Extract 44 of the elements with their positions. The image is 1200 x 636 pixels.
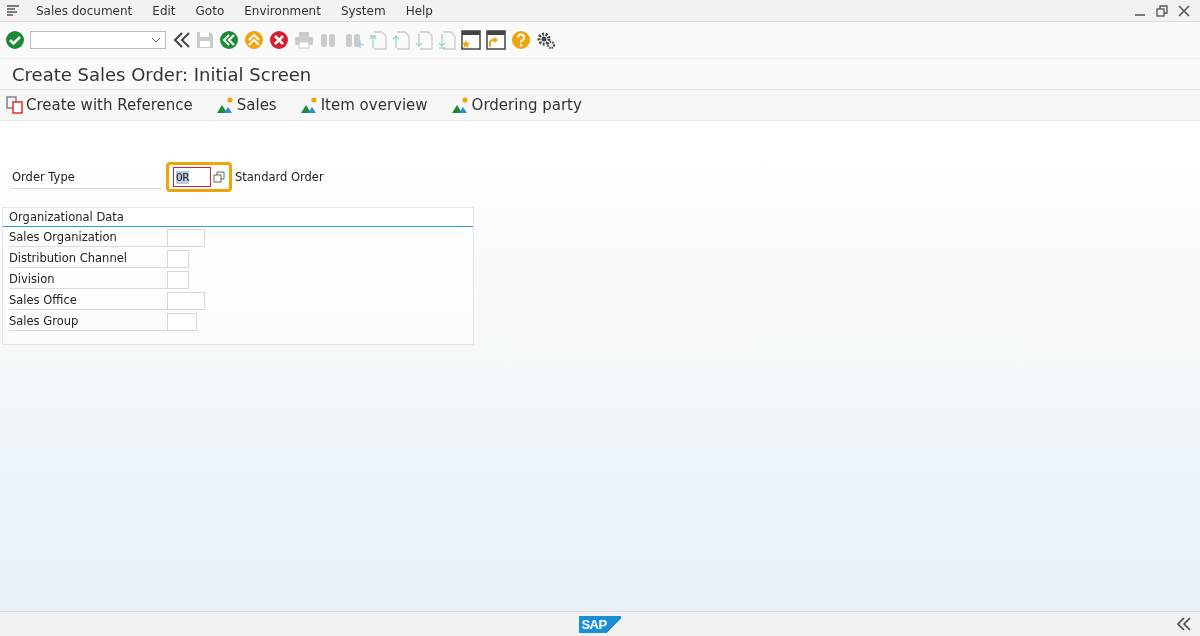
close-icon[interactable] bbox=[1178, 4, 1190, 17]
sap-logo: SAP bbox=[579, 615, 621, 633]
input-field[interactable] bbox=[167, 291, 205, 310]
double-up-icon[interactable] bbox=[244, 30, 264, 50]
view-button[interactable]: Item overview bbox=[300, 96, 428, 114]
order-type-description: Standard Order bbox=[235, 170, 324, 184]
field-label: Sales Group bbox=[9, 312, 167, 331]
create-with-reference-button[interactable]: Create with Reference bbox=[6, 96, 193, 114]
caret-icon bbox=[151, 37, 161, 43]
menu-item[interactable]: Sales document bbox=[26, 3, 143, 18]
input-field[interactable] bbox=[167, 249, 189, 268]
field-label: Sales Office bbox=[9, 291, 167, 310]
field-label: Distribution Channel bbox=[9, 249, 167, 268]
view-button[interactable]: Ordering party bbox=[451, 96, 582, 114]
double-chevron-icon[interactable] bbox=[173, 31, 191, 49]
restore-icon[interactable] bbox=[1156, 4, 1168, 17]
menu-item[interactable]: Edit bbox=[142, 3, 186, 18]
menu-item[interactable]: Help bbox=[395, 3, 443, 18]
mountain-icon bbox=[216, 97, 234, 113]
input-field[interactable] bbox=[167, 228, 205, 247]
field-label: Division bbox=[9, 270, 167, 289]
screen-title: Create Sales Order: Initial Screen bbox=[12, 63, 312, 85]
cancel-icon[interactable] bbox=[269, 30, 289, 50]
menu-item[interactable]: System bbox=[330, 3, 396, 18]
mountain-icon bbox=[451, 97, 469, 113]
value-help-icon[interactable] bbox=[213, 171, 225, 183]
mountain-icon bbox=[300, 97, 318, 113]
settings-icon[interactable] bbox=[536, 30, 556, 50]
help-icon[interactable] bbox=[511, 30, 531, 50]
double-chevron-icon[interactable] bbox=[1176, 617, 1192, 631]
field-label: Sales Organization bbox=[9, 228, 167, 247]
view-button[interactable]: Sales bbox=[216, 96, 277, 114]
menu-icon[interactable] bbox=[6, 4, 20, 17]
menu-item[interactable]: Environment bbox=[234, 3, 331, 18]
field-label: Order Type bbox=[10, 165, 162, 189]
back-icon[interactable] bbox=[219, 30, 239, 50]
command-field[interactable] bbox=[30, 31, 166, 49]
copy-document-icon bbox=[6, 96, 23, 114]
checkmark-icon[interactable] bbox=[5, 30, 25, 50]
input-field[interactable] bbox=[167, 270, 189, 289]
menu-item[interactable]: Goto bbox=[185, 3, 235, 18]
input-field[interactable] bbox=[167, 312, 197, 331]
group-title: Organizational Data bbox=[3, 208, 473, 227]
order-type-field[interactable]: OR bbox=[166, 162, 232, 192]
